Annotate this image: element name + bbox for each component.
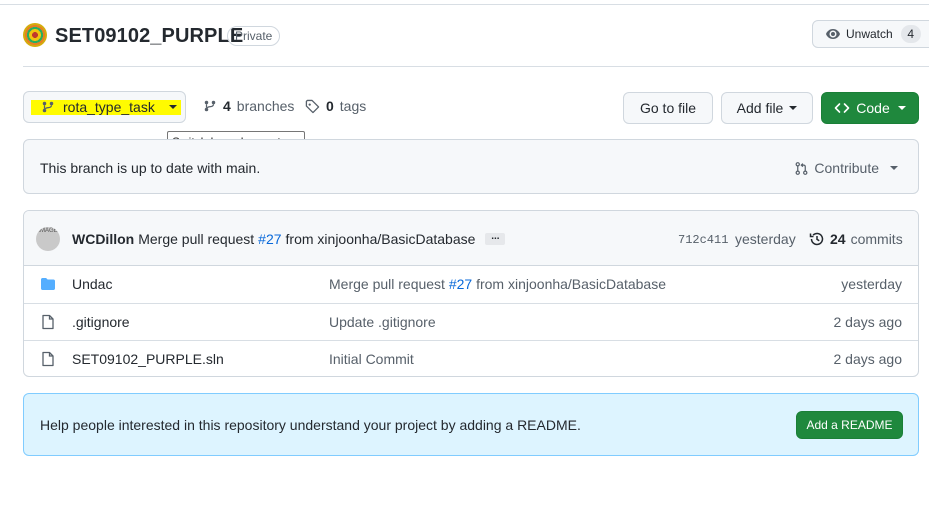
branch-name: rota_type_task: [63, 99, 155, 115]
file-name[interactable]: Undac: [72, 276, 112, 292]
branch-icon: [42, 101, 54, 113]
contribute-button[interactable]: Contribute: [794, 160, 898, 176]
code-label: Code: [856, 100, 890, 116]
file-commit-text[interactable]: Initial Commit: [329, 351, 414, 367]
avatar[interactable]: IMAGE: [36, 227, 60, 251]
code-button[interactable]: Code: [821, 92, 919, 124]
eye-icon: [826, 29, 840, 39]
branch-selector[interactable]: rota_type_task: [23, 91, 186, 123]
branches-link[interactable]: 4 branches: [203, 98, 294, 114]
table-row[interactable]: .gitignore Update .gitignore 2 days ago: [24, 303, 918, 340]
file-commit-message: Initial Commit: [329, 351, 414, 367]
code-icon: [834, 103, 850, 113]
repo-owner-avatar[interactable]: [23, 23, 47, 47]
chevron-down-icon: [897, 106, 906, 110]
commit-pr-link[interactable]: #27: [258, 231, 281, 247]
readme-prompt: Help people interested in this repositor…: [23, 393, 919, 456]
visibility-badge: Private: [227, 26, 281, 46]
branches-count: 4: [223, 98, 231, 114]
add-readme-button[interactable]: Add a README: [796, 411, 903, 439]
commit-message-suffix[interactable]: from xinjoonha/BasicDatabase: [286, 231, 476, 247]
tag-icon: [305, 99, 320, 113]
commit-message: WCDillon Merge pull request #27 from xin…: [72, 231, 506, 247]
file-name[interactable]: SET09102_PURPLE.sln: [72, 351, 224, 367]
watch-count: 4: [900, 25, 921, 43]
contribute-label: Contribute: [814, 160, 879, 176]
branch-status-box: This branch is up to date with main. Con…: [23, 139, 919, 194]
file-commit-message: Update .gitignore: [329, 314, 436, 330]
branch-icon: [204, 100, 216, 112]
file-commit-pr-link[interactable]: #27: [449, 276, 472, 292]
chevron-down-icon: [168, 105, 177, 109]
file-commit-text-suffix[interactable]: from xinjoonha/BasicDatabase: [476, 276, 666, 292]
go-to-file-button[interactable]: Go to file: [623, 92, 713, 124]
go-to-file-label: Go to file: [639, 100, 697, 116]
table-row[interactable]: Undac Merge pull request #27 from xinjoo…: [24, 266, 918, 303]
chevron-down-icon: [890, 166, 898, 170]
branch-status-text: This branch is up to date with main.: [40, 160, 261, 176]
readme-prompt-text: Help people interested in this repositor…: [40, 417, 581, 433]
commit-time: yesterday: [735, 231, 796, 247]
repo-name[interactable]: SET09102_PURPLE: [55, 25, 243, 48]
latest-commit-bar: IMAGE WCDillon Merge pull request #27 fr…: [24, 211, 918, 266]
commit-message-prefix[interactable]: Merge pull request: [138, 231, 254, 247]
folder-icon: [41, 278, 55, 290]
tags-count: 0: [326, 98, 334, 114]
file-icon: [42, 351, 54, 367]
commits-label: commits: [850, 231, 903, 247]
expand-commit-button[interactable]: ...: [485, 232, 506, 245]
file-age: yesterday: [841, 276, 902, 292]
add-file-button[interactable]: Add file: [721, 92, 813, 124]
commit-author[interactable]: WCDillon: [72, 231, 134, 247]
commit-sha[interactable]: 712c411: [678, 233, 728, 247]
file-commit-message: Merge pull request #27 from xinjoonha/Ba…: [329, 276, 666, 292]
table-row[interactable]: SET09102_PURPLE.sln Initial Commit 2 day…: [24, 340, 918, 376]
unwatch-button[interactable]: Unwatch 4: [812, 20, 929, 48]
tags-label: tags: [339, 98, 367, 114]
avatar-placeholder-text: IMAGE: [38, 228, 58, 234]
commits-history-link[interactable]: 24 commits: [809, 231, 903, 247]
file-commit-text[interactable]: Merge pull request: [329, 276, 445, 292]
add-file-label: Add file: [736, 100, 784, 116]
history-icon: [809, 232, 824, 246]
branches-label: branches: [236, 98, 295, 114]
commits-count: 24: [830, 231, 846, 247]
file-age: 2 days ago: [833, 351, 903, 367]
top-divider: [0, 4, 929, 5]
unwatch-label: Unwatch: [846, 27, 893, 41]
file-commit-text[interactable]: Update .gitignore: [329, 314, 436, 330]
file-age: 2 days ago: [833, 314, 903, 330]
file-name[interactable]: .gitignore: [72, 314, 130, 330]
pull-request-icon: [795, 161, 808, 175]
file-icon: [42, 314, 54, 330]
chevron-down-icon: [789, 106, 798, 110]
tags-link[interactable]: 0 tags: [305, 98, 366, 114]
file-listing: IMAGE WCDillon Merge pull request #27 fr…: [23, 210, 919, 377]
header-divider: [23, 66, 929, 67]
